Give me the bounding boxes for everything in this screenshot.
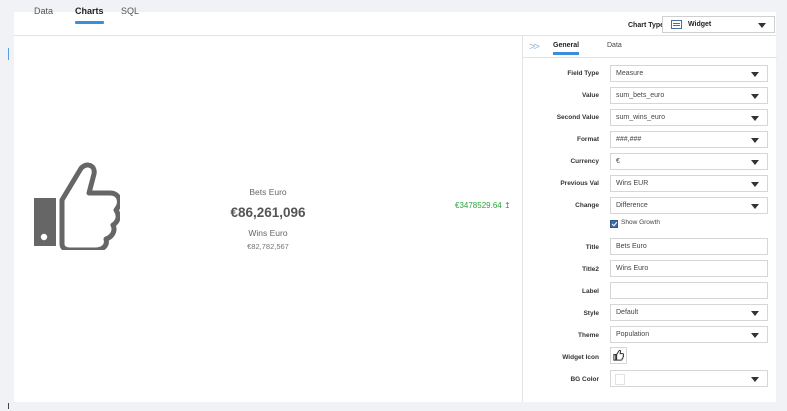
widget-second-value: €82,782,567 [247, 242, 289, 251]
active-panel-tab-indicator [553, 52, 580, 55]
resize-handle[interactable] [8, 48, 9, 60]
currency-label: Currency [570, 158, 599, 165]
value-value: sum_bets_euro [616, 92, 665, 99]
panel-tab-bar: >> General Data [523, 36, 777, 58]
value-select[interactable]: sum_bets_euro [610, 87, 768, 104]
format-value: ###,### [616, 136, 642, 143]
collapse-panel-icon[interactable]: >> [529, 41, 540, 53]
second-value-select[interactable]: sum_wins_euro [610, 109, 768, 126]
growth-indicator: €3478529.64 ↥ [455, 201, 511, 210]
widget-value: €86,261,096 [230, 205, 306, 220]
color-swatch [615, 374, 625, 385]
chevron-down-icon [751, 204, 759, 209]
title2-input[interactable]: Wins Euro [610, 260, 768, 277]
chevron-down-icon [751, 138, 759, 143]
chevron-down-icon [751, 94, 759, 99]
widget-subtitle: Wins Euro [248, 228, 288, 238]
chart-type-label: Chart Type: [628, 22, 667, 29]
format-select[interactable]: ###,### [610, 131, 768, 148]
second-value-value: sum_wins_euro [616, 114, 666, 121]
chevron-down-icon [751, 116, 759, 121]
widget-title: Bets Euro [249, 187, 287, 197]
thumbs-up-icon [34, 162, 120, 250]
chart-type-select[interactable]: Widget [662, 16, 775, 33]
second-value-label: Second Value [556, 114, 599, 121]
tab-charts[interactable]: Charts [75, 6, 104, 24]
table-icon [671, 20, 682, 29]
title-label: Title [585, 244, 599, 251]
widget-icon-picker[interactable] [610, 347, 627, 364]
title-input[interactable]: Bets Euro [610, 238, 768, 255]
tab-data[interactable]: Data [34, 6, 53, 16]
tab-sql[interactable]: SQL [121, 6, 139, 16]
title2-label: Title2 [582, 266, 599, 273]
chevron-down-icon [751, 160, 759, 165]
field-type-select[interactable]: Measure [610, 65, 768, 82]
scroll-marker [8, 403, 9, 409]
style-value: Default [616, 309, 639, 316]
style-label: Style [583, 310, 599, 317]
previous-val-select[interactable]: Wins EUR [610, 175, 768, 192]
bg-color-picker[interactable] [610, 370, 768, 387]
previous-val-value: Wins EUR [616, 180, 649, 187]
chevron-down-icon [751, 333, 759, 338]
format-label: Format [576, 136, 599, 143]
previous-val-label: Previous Val [560, 180, 599, 187]
value-label: Value [582, 92, 599, 99]
theme-label: Theme [578, 332, 599, 339]
currency-value: € [616, 158, 620, 165]
tab-panel-data[interactable]: Data [607, 42, 622, 49]
label-label: Label [582, 288, 599, 295]
show-growth-checkbox[interactable] [610, 220, 618, 228]
chevron-down-icon [751, 311, 759, 316]
tab-general[interactable]: General [553, 42, 580, 55]
chart-type-value: Widget [688, 21, 712, 28]
style-select[interactable]: Default [610, 304, 768, 321]
widget-icon-label: Widget Icon [562, 354, 599, 361]
active-tab-indicator [75, 21, 104, 24]
chevron-down-icon [758, 23, 766, 28]
app-window: Data Charts SQL Chart Type: Widget Bets … [0, 0, 787, 411]
chevron-down-icon [751, 182, 759, 187]
change-select[interactable]: Difference [610, 197, 768, 214]
change-label: Change [575, 202, 599, 209]
bg-color-label: BG Color [570, 376, 599, 383]
currency-select[interactable]: € [610, 153, 768, 170]
change-value: Difference [616, 202, 648, 209]
chevron-down-icon [751, 72, 759, 77]
label-input[interactable] [610, 282, 768, 299]
title2-input-value: Wins Euro [616, 265, 649, 272]
theme-select[interactable]: Population [610, 326, 768, 343]
show-growth-label: Show Growth [621, 219, 661, 226]
thumbs-up-icon [613, 349, 625, 361]
chevron-down-icon [751, 377, 759, 382]
field-type-value: Measure [616, 70, 644, 77]
field-type-label: Field Type [567, 70, 599, 77]
title-input-value: Bets Euro [616, 243, 647, 250]
theme-value: Population [616, 331, 650, 338]
